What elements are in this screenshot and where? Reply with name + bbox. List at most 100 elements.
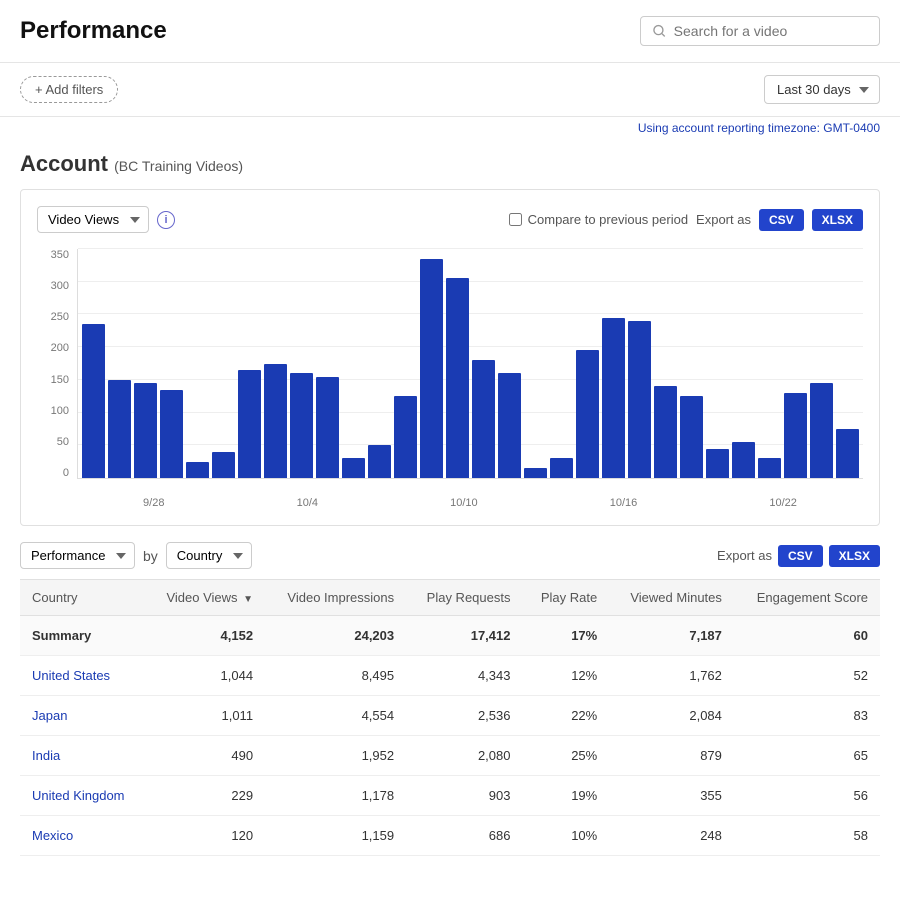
bar[interactable] <box>394 396 417 478</box>
bar[interactable] <box>264 364 287 479</box>
search-input[interactable] <box>674 23 867 39</box>
y-axis-label: 350 <box>37 249 75 261</box>
bar[interactable] <box>784 393 807 478</box>
chart-csv-button[interactable]: CSV <box>759 209 804 231</box>
bar[interactable] <box>498 373 521 478</box>
row-play-rate: 10% <box>522 816 609 856</box>
bar[interactable] <box>342 458 365 478</box>
y-axis-label: 300 <box>37 280 75 292</box>
compare-checkbox-label[interactable]: Compare to previous period <box>509 212 688 227</box>
bar-chart: 050100150200250300350 9/2810/410/1010/16… <box>37 249 863 509</box>
summary-engagement-score: 60 <box>734 616 880 656</box>
summary-video-views: 4,152 <box>146 616 265 656</box>
col-video-views[interactable]: Video Views ▼ <box>146 580 265 616</box>
bar[interactable] <box>186 462 209 478</box>
x-axis-label: 10/10 <box>450 497 478 509</box>
account-section: Account (BC Training Videos) <box>0 143 900 177</box>
col-viewed-minutes[interactable]: Viewed Minutes <box>609 580 734 616</box>
table-row: United States 1,044 8,495 4,343 12% 1,76… <box>20 656 880 696</box>
row-video-impressions: 1,159 <box>265 816 406 856</box>
bar[interactable] <box>446 278 469 478</box>
row-play-requests: 903 <box>406 776 522 816</box>
summary-viewed-minutes: 7,187 <box>609 616 734 656</box>
bar[interactable] <box>810 383 833 478</box>
bar[interactable] <box>758 458 781 478</box>
country-select[interactable]: Country <box>166 542 252 569</box>
table-row: United Kingdom 229 1,178 903 19% 355 56 <box>20 776 880 816</box>
table-toolbar-right: Export as CSV XLSX <box>717 545 880 567</box>
row-country[interactable]: Mexico <box>20 816 146 856</box>
chart-xlsx-button[interactable]: XLSX <box>812 209 863 231</box>
bar[interactable] <box>290 373 313 478</box>
timezone-value: GMT-0400 <box>823 121 880 135</box>
country-link[interactable]: India <box>32 748 60 763</box>
col-play-requests[interactable]: Play Requests <box>406 580 522 616</box>
row-play-rate: 25% <box>522 736 609 776</box>
col-video-impressions[interactable]: Video Impressions <box>265 580 406 616</box>
x-axis-label: 10/22 <box>769 497 797 509</box>
table-xlsx-button[interactable]: XLSX <box>829 545 880 567</box>
bar[interactable] <box>524 468 547 478</box>
y-axis-label: 50 <box>37 436 75 448</box>
search-box[interactable] <box>640 16 880 46</box>
add-filters-button[interactable]: + Add filters <box>20 76 118 103</box>
row-country[interactable]: India <box>20 736 146 776</box>
bar[interactable] <box>368 445 391 478</box>
bar[interactable] <box>238 370 261 478</box>
table-toolbar-left: Performance by Country <box>20 542 252 569</box>
y-axis: 050100150200250300350 <box>37 249 75 479</box>
y-axis-label: 200 <box>37 342 75 354</box>
bar[interactable] <box>732 442 755 478</box>
row-engagement-score: 65 <box>734 736 880 776</box>
bar[interactable] <box>550 458 573 478</box>
summary-video-impressions: 24,203 <box>265 616 406 656</box>
info-icon[interactable]: i <box>157 211 175 229</box>
country-link[interactable]: Japan <box>32 708 67 723</box>
col-engagement-score[interactable]: Engagement Score <box>734 580 880 616</box>
row-country[interactable]: United States <box>20 656 146 696</box>
metric-select[interactable]: Video Views <box>37 206 149 233</box>
country-link[interactable]: United States <box>32 668 110 683</box>
bar[interactable] <box>82 324 105 478</box>
bar[interactable] <box>628 321 651 478</box>
chart-toolbar: Video Views i Compare to previous period… <box>37 206 863 233</box>
sort-icon: ▼ <box>243 594 253 605</box>
date-range-select[interactable]: Last 30 days <box>764 75 880 104</box>
performance-select[interactable]: Performance <box>20 542 135 569</box>
country-link[interactable]: United Kingdom <box>32 788 125 803</box>
bar[interactable] <box>108 380 131 478</box>
row-country[interactable]: Japan <box>20 696 146 736</box>
row-engagement-score: 58 <box>734 816 880 856</box>
bar[interactable] <box>472 360 495 478</box>
col-country[interactable]: Country <box>20 580 146 616</box>
row-viewed-minutes: 248 <box>609 816 734 856</box>
bar[interactable] <box>160 390 183 478</box>
col-play-rate[interactable]: Play Rate <box>522 580 609 616</box>
bar[interactable] <box>706 449 729 478</box>
bar[interactable] <box>134 383 157 478</box>
row-video-impressions: 4,554 <box>265 696 406 736</box>
y-axis-label: 0 <box>37 467 75 479</box>
table-export-label: Export as <box>717 548 772 563</box>
bar[interactable] <box>212 452 235 478</box>
row-viewed-minutes: 2,084 <box>609 696 734 736</box>
table-row-summary: Summary 4,152 24,203 17,412 17% 7,187 60 <box>20 616 880 656</box>
bar[interactable] <box>680 396 703 478</box>
bar[interactable] <box>654 386 677 478</box>
table-row: Mexico 120 1,159 686 10% 248 58 <box>20 816 880 856</box>
bar[interactable] <box>836 429 859 478</box>
bar[interactable] <box>576 350 599 478</box>
chart-container: Video Views i Compare to previous period… <box>20 189 880 526</box>
bar[interactable] <box>420 259 443 478</box>
row-video-impressions: 1,178 <box>265 776 406 816</box>
row-country[interactable]: United Kingdom <box>20 776 146 816</box>
bar[interactable] <box>602 318 625 478</box>
country-link[interactable]: Mexico <box>32 828 73 843</box>
y-axis-label: 100 <box>37 405 75 417</box>
row-play-rate: 19% <box>522 776 609 816</box>
table-csv-button[interactable]: CSV <box>778 545 823 567</box>
row-video-views: 1,044 <box>146 656 265 696</box>
row-viewed-minutes: 1,762 <box>609 656 734 696</box>
compare-checkbox[interactable] <box>509 213 522 226</box>
bar[interactable] <box>316 377 339 478</box>
